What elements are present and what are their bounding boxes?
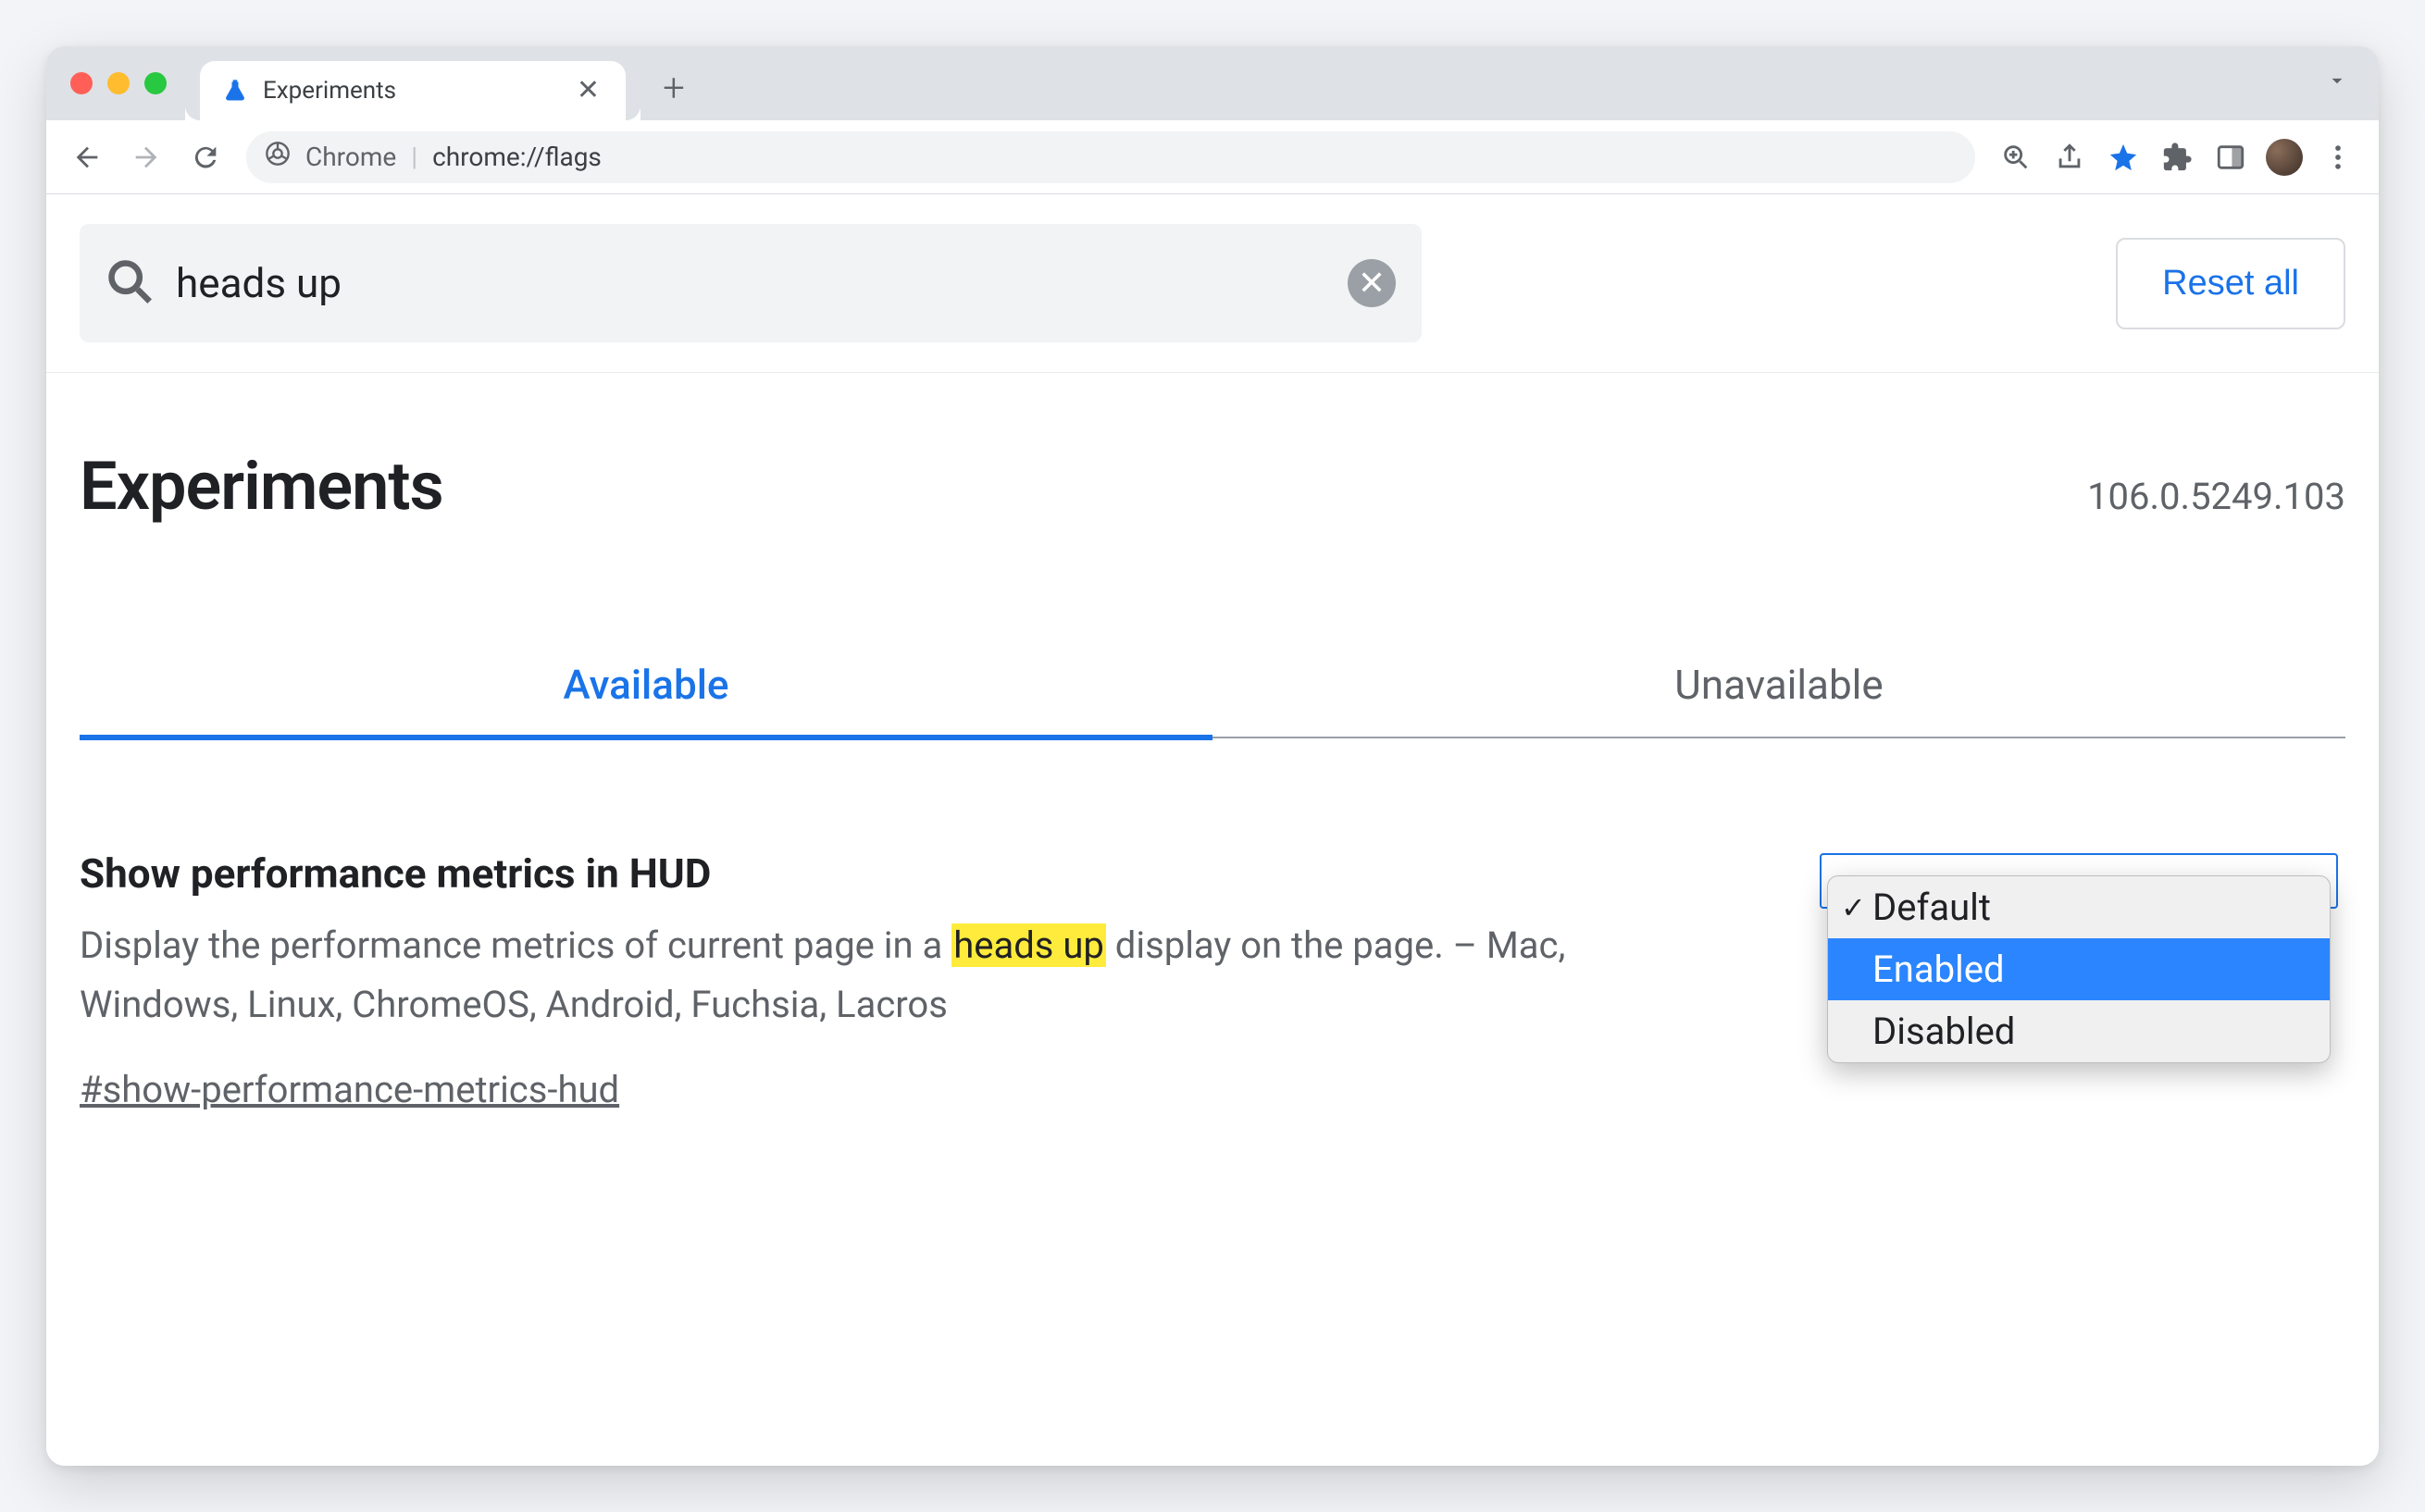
back-button[interactable] <box>61 131 113 183</box>
tab-title: Experiments <box>263 77 554 105</box>
chrome-version: 106.0.5249.103 <box>2087 475 2345 518</box>
tab-strip: Experiments ✕ + <box>46 46 2379 120</box>
tab-available[interactable]: Available <box>80 637 1212 737</box>
dropdown-option[interactable]: Enabled <box>1828 938 2330 1000</box>
chrome-icon <box>265 141 291 173</box>
extensions-icon[interactable] <box>2151 131 2203 183</box>
window-controls <box>70 72 167 94</box>
omnibox-separator: | <box>411 142 417 172</box>
check-icon: ✓ <box>1841 890 1866 925</box>
omnibox-label: Chrome <box>305 142 396 172</box>
sidepanel-icon[interactable] <box>2205 131 2257 183</box>
fullscreen-window-button[interactable] <box>144 72 167 94</box>
dropdown-option-label: Disabled <box>1872 1010 2015 1053</box>
tab-overflow-icon[interactable] <box>2325 68 2349 99</box>
browser-toolbar: Chrome | chrome://flags <box>46 120 2379 194</box>
close-tab-icon[interactable]: ✕ <box>569 73 607 108</box>
browser-tab[interactable]: Experiments ✕ <box>200 61 626 120</box>
close-window-button[interactable] <box>70 72 93 94</box>
share-icon[interactable] <box>2044 131 2095 183</box>
tab-unavailable[interactable]: Unavailable <box>1212 637 2345 737</box>
flag-description: Display the performance metrics of curre… <box>80 916 1598 1035</box>
flags-tabs: Available Unavailable <box>80 637 2345 738</box>
dropdown-option[interactable]: Disabled <box>1828 1000 2330 1062</box>
flag-state-dropdown[interactable]: ✓Default Enabled Disabled <box>1827 875 2331 1063</box>
new-tab-button[interactable]: + <box>648 62 700 114</box>
flask-icon <box>222 78 248 104</box>
profile-avatar[interactable] <box>2266 139 2303 176</box>
dropdown-option-label: Default <box>1872 886 1991 929</box>
flags-search-box[interactable]: ✕ <box>80 224 1422 342</box>
browser-window: Experiments ✕ + Chrome | chrome://flags <box>46 46 2379 1466</box>
flags-search-input[interactable] <box>176 259 1325 307</box>
search-icon <box>106 257 154 309</box>
flag-anchor-link[interactable]: #show-performance-metrics-hud <box>80 1068 619 1111</box>
omnibox-url: chrome://flags <box>432 142 602 172</box>
bookmark-star-icon[interactable] <box>2097 131 2149 183</box>
forward-button[interactable] <box>120 131 172 183</box>
dropdown-option[interactable]: ✓Default <box>1828 876 2330 938</box>
page-header: Experiments 106.0.5249.103 <box>80 447 2345 526</box>
dropdown-option-label: Enabled <box>1872 948 2005 991</box>
search-row: ✕ Reset all <box>46 194 2379 373</box>
search-highlight: heads up <box>951 923 1106 967</box>
reset-all-button[interactable]: Reset all <box>2116 238 2345 329</box>
zoom-icon[interactable] <box>1990 131 2042 183</box>
clear-search-icon[interactable]: ✕ <box>1348 259 1396 307</box>
browser-menu-icon[interactable] <box>2312 131 2364 183</box>
address-bar[interactable]: Chrome | chrome://flags <box>246 131 1975 183</box>
toolbar-actions <box>1990 131 2364 183</box>
minimize-window-button[interactable] <box>107 72 130 94</box>
page-title: Experiments <box>80 447 443 526</box>
reload-button[interactable] <box>180 131 231 183</box>
flag-item: Show performance metrics in HUD Display … <box>80 849 2345 1111</box>
page-content: ✕ Reset all Experiments 106.0.5249.103 A… <box>46 194 2379 1466</box>
